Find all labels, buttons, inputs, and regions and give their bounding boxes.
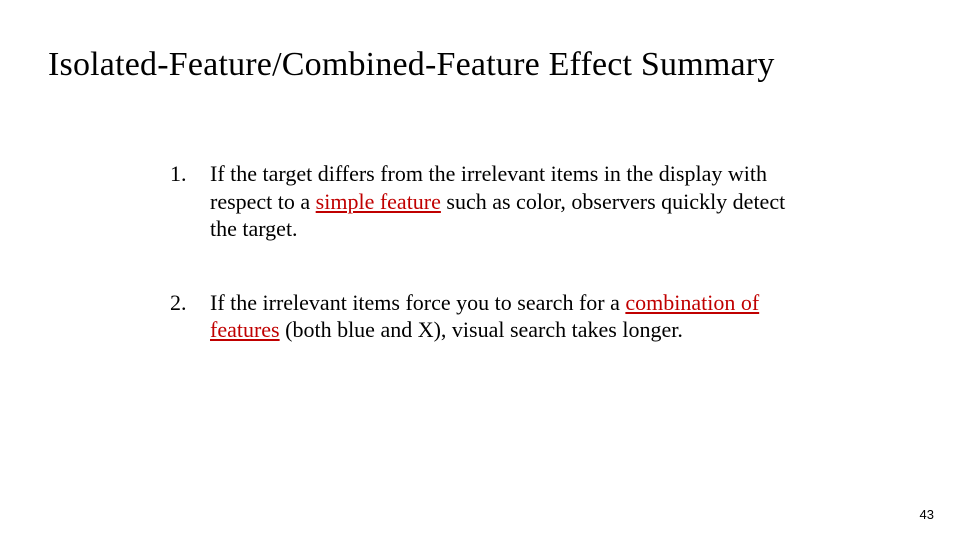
list-item: If the irrelevant items force you to sea… (150, 289, 790, 344)
numbered-list: If the target differs from the irrelevan… (150, 160, 790, 344)
slide: Isolated-Feature/Combined-Feature Effect… (0, 0, 960, 540)
list-item: If the target differs from the irrelevan… (150, 160, 790, 243)
emphasis-term: simple feature (316, 189, 441, 214)
slide-body: If the target differs from the irrelevan… (150, 160, 790, 344)
slide-title: Isolated-Feature/Combined-Feature Effect… (48, 46, 912, 84)
list-item-text-post: (both blue and X), visual search takes l… (280, 317, 683, 342)
list-item-text-pre: If the irrelevant items force you to sea… (210, 290, 625, 315)
page-number: 43 (920, 507, 934, 522)
